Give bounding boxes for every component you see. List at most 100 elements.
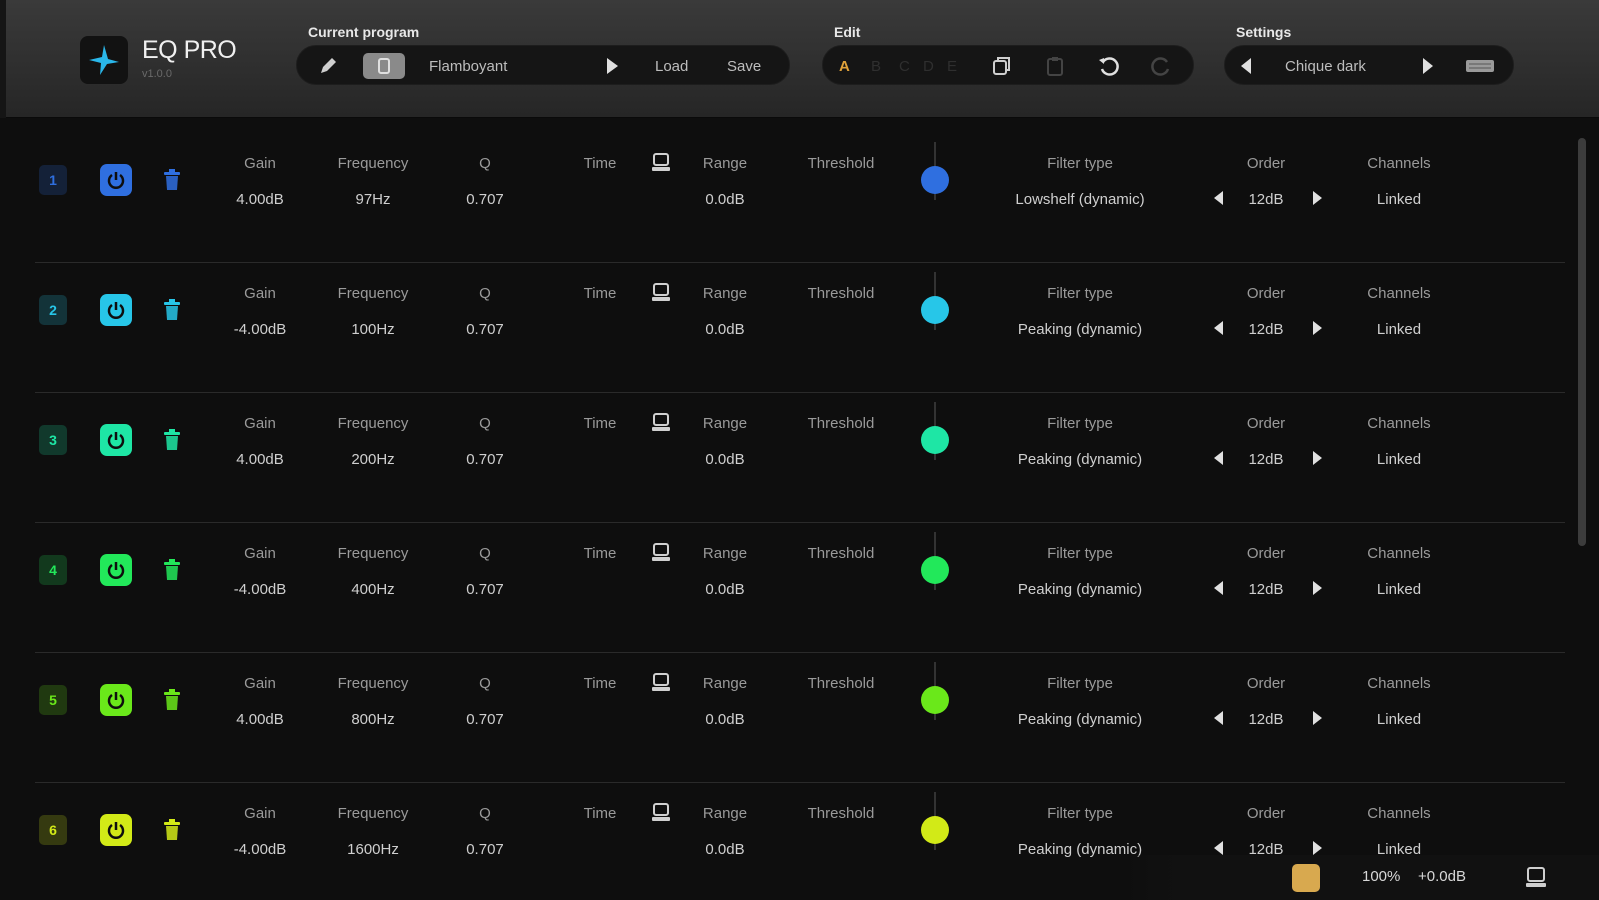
order-increase-button[interactable] xyxy=(1310,448,1326,468)
param-gain[interactable]: Gain 4.00dB xyxy=(225,154,295,210)
band-delete-button[interactable] xyxy=(160,556,184,584)
analyzer-toggle-button[interactable] xyxy=(1292,864,1320,892)
param-value[interactable]: -4.00dB xyxy=(225,320,295,340)
load-button[interactable]: Load xyxy=(655,46,688,86)
paste-button[interactable] xyxy=(1045,46,1065,86)
param-frequency[interactable]: Frequency 100Hz xyxy=(325,284,421,340)
output-gain[interactable]: +0.0dB xyxy=(1418,868,1466,885)
param-value[interactable]: 0.707 xyxy=(455,450,515,470)
param-value[interactable]: 100Hz xyxy=(325,320,421,340)
threshold-handle[interactable] xyxy=(921,556,949,584)
ab-slot-b[interactable]: B xyxy=(871,46,881,86)
param-value[interactable]: 12dB xyxy=(1236,710,1296,730)
param-value[interactable]: 0.0dB xyxy=(690,320,760,340)
param-value[interactable]: 200Hz xyxy=(325,450,421,470)
param-q[interactable]: Q 0.707 xyxy=(455,414,515,470)
theme-name[interactable]: Chique dark xyxy=(1285,46,1366,86)
order-decrease-button[interactable] xyxy=(1210,188,1226,208)
ab-slot-a[interactable]: A xyxy=(839,46,850,86)
undo-button[interactable] xyxy=(1097,46,1121,86)
param-value[interactable]: 400Hz xyxy=(325,580,421,600)
order-increase-button[interactable] xyxy=(1310,578,1326,598)
param-order[interactable]: Order 12dB xyxy=(1236,284,1296,340)
param-value[interactable]: Linked xyxy=(1354,190,1444,210)
param-value[interactable]: 0.707 xyxy=(455,320,515,340)
band-power-button[interactable] xyxy=(100,684,132,716)
param-range[interactable]: Range 0.0dB xyxy=(690,544,760,600)
param-value[interactable]: Peaking (dynamic) xyxy=(990,710,1170,730)
band-power-button[interactable] xyxy=(100,164,132,196)
vertical-scrollbar[interactable] xyxy=(1578,138,1586,546)
param-order[interactable]: Order 12dB xyxy=(1236,414,1296,470)
param-range[interactable]: Range 0.0dB xyxy=(690,414,760,470)
sidechain-toggle[interactable] xyxy=(650,802,672,824)
param-frequency[interactable]: Frequency 800Hz xyxy=(325,674,421,730)
band-number[interactable]: 2 xyxy=(39,295,67,325)
band-number[interactable]: 5 xyxy=(39,685,67,715)
band-number[interactable]: 1 xyxy=(39,165,67,195)
param-order[interactable]: Order 12dB xyxy=(1236,544,1296,600)
band-delete-button[interactable] xyxy=(160,426,184,454)
param-frequency[interactable]: Frequency 200Hz xyxy=(325,414,421,470)
threshold-handle[interactable] xyxy=(921,686,949,714)
param-order[interactable]: Order 12dB xyxy=(1236,804,1296,860)
param-value[interactable]: 97Hz xyxy=(325,190,421,210)
threshold-handle[interactable] xyxy=(921,166,949,194)
param-value[interactable]: Peaking (dynamic) xyxy=(990,450,1170,470)
band-number[interactable]: 3 xyxy=(39,425,67,455)
param-order[interactable]: Order 12dB xyxy=(1236,674,1296,730)
param-gain[interactable]: Gain 4.00dB xyxy=(225,414,295,470)
sidechain-toggle[interactable] xyxy=(650,672,672,694)
param-value[interactable]: 4.00dB xyxy=(225,710,295,730)
band-delete-button[interactable] xyxy=(160,686,184,714)
param-value[interactable]: Lowshelf (dynamic) xyxy=(990,190,1170,210)
sidechain-toggle[interactable] xyxy=(650,152,672,174)
param-filter-type[interactable]: Filter type Peaking (dynamic) xyxy=(990,674,1170,730)
param-value[interactable]: -4.00dB xyxy=(225,580,295,600)
param-value[interactable]: 0.0dB xyxy=(690,190,760,210)
param-channels[interactable]: Channels Linked xyxy=(1354,804,1444,860)
band-number[interactable]: 4 xyxy=(39,555,67,585)
param-channels[interactable]: Channels Linked xyxy=(1354,544,1444,600)
param-value[interactable]: 12dB xyxy=(1236,190,1296,210)
param-value[interactable]: 0.707 xyxy=(455,190,515,210)
param-value[interactable]: 4.00dB xyxy=(225,190,295,210)
param-q[interactable]: Q 0.707 xyxy=(455,154,515,210)
param-frequency[interactable]: Frequency 97Hz xyxy=(325,154,421,210)
redo-button[interactable] xyxy=(1149,46,1173,86)
param-channels[interactable]: Channels Linked xyxy=(1354,414,1444,470)
param-value[interactable]: Peaking (dynamic) xyxy=(990,580,1170,600)
param-value[interactable]: 0.0dB xyxy=(690,580,760,600)
param-channels[interactable]: Channels Linked xyxy=(1354,674,1444,730)
param-value[interactable]: Peaking (dynamic) xyxy=(990,320,1170,340)
program-name[interactable]: Flamboyant xyxy=(429,46,507,86)
band-power-button[interactable] xyxy=(100,424,132,456)
sidechain-status-button[interactable] xyxy=(1524,866,1548,895)
param-gain[interactable]: Gain -4.00dB xyxy=(225,284,295,340)
param-filter-type[interactable]: Filter type Peaking (dynamic) xyxy=(990,544,1170,600)
param-q[interactable]: Q 0.707 xyxy=(455,544,515,600)
order-decrease-button[interactable] xyxy=(1210,318,1226,338)
param-range[interactable]: Range 0.0dB xyxy=(690,284,760,340)
param-value[interactable]: 0.707 xyxy=(455,840,515,860)
param-value[interactable]: 0.707 xyxy=(455,580,515,600)
order-decrease-button[interactable] xyxy=(1210,448,1226,468)
param-gain[interactable]: Gain 4.00dB xyxy=(225,674,295,730)
band-delete-button[interactable] xyxy=(160,166,184,194)
band-power-button[interactable] xyxy=(100,554,132,586)
next-theme-button[interactable] xyxy=(1421,46,1435,86)
param-value[interactable]: 12dB xyxy=(1236,320,1296,340)
param-value[interactable]: 1600Hz xyxy=(325,840,421,860)
param-value[interactable]: 800Hz xyxy=(325,710,421,730)
param-value[interactable]: 0.707 xyxy=(455,710,515,730)
threshold-handle[interactable] xyxy=(921,296,949,324)
save-button[interactable]: Save xyxy=(727,46,761,86)
param-order[interactable]: Order 12dB xyxy=(1236,154,1296,210)
param-q[interactable]: Q 0.707 xyxy=(455,674,515,730)
ab-slot-e[interactable]: E xyxy=(947,46,957,86)
param-filter-type[interactable]: Filter type Peaking (dynamic) xyxy=(990,284,1170,340)
param-gain[interactable]: Gain -4.00dB xyxy=(225,544,295,600)
param-range[interactable]: Range 0.0dB xyxy=(690,674,760,730)
edit-program-button[interactable] xyxy=(317,46,339,86)
ab-slot-d[interactable]: D xyxy=(923,46,934,86)
